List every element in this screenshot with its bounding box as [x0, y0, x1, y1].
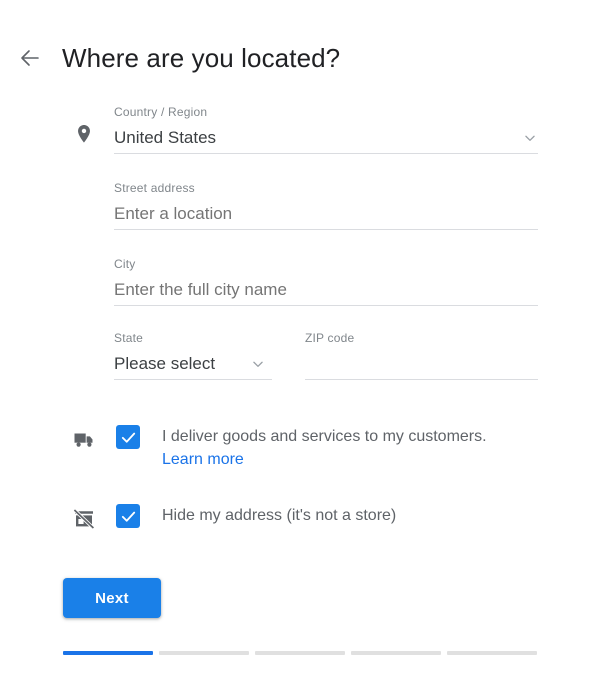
next-button[interactable]: Next: [63, 578, 161, 618]
state-label: State: [114, 331, 144, 345]
country-select[interactable]: United States: [114, 123, 538, 154]
city-field[interactable]: City Enter the full city name: [62, 256, 538, 306]
field-row-city: City Enter the full city name: [0, 256, 600, 306]
back-button[interactable]: [10, 38, 50, 78]
delivery-checkbox[interactable]: [116, 425, 140, 449]
state-field[interactable]: State Please select: [62, 330, 272, 380]
hide-address-checkbox[interactable]: [116, 504, 140, 528]
progress-step-5[interactable]: [447, 651, 537, 655]
city-label: City: [114, 257, 136, 271]
city-input[interactable]: Enter the full city name: [114, 279, 287, 301]
delivery-truck-icon: [72, 428, 96, 452]
options-section: I deliver goods and services to my custo…: [0, 424, 600, 547]
learn-more-link[interactable]: Learn more: [162, 448, 244, 471]
progress-step-2[interactable]: [159, 651, 249, 655]
progress-step-1[interactable]: [63, 651, 153, 655]
street-input[interactable]: Enter a location: [114, 203, 232, 225]
street-label: Street address: [114, 181, 195, 195]
zip-label: ZIP code: [304, 331, 355, 345]
progress-indicator: [63, 651, 537, 655]
page-title: Where are you located?: [62, 43, 341, 73]
option-row-hide-address: Hide my address (it's not a store): [0, 503, 600, 547]
field-row-state-zip: State Please select ZIP code: [0, 330, 600, 380]
actions-bar: Next: [63, 578, 161, 618]
state-select[interactable]: Please select: [114, 349, 272, 380]
progress-step-3[interactable]: [255, 651, 345, 655]
country-value: United States: [114, 128, 217, 147]
state-value: Please select: [114, 354, 216, 373]
hide-address-label: Hide my address (it's not a store): [162, 507, 397, 524]
city-input-wrap[interactable]: Enter the full city name: [114, 275, 538, 306]
street-field[interactable]: Street address Enter a location: [62, 180, 538, 230]
zip-field[interactable]: ZIP code: [304, 330, 538, 380]
country-field[interactable]: Country / Region United States: [62, 104, 538, 154]
store-off-icon: [72, 507, 96, 531]
progress-step-4[interactable]: [351, 651, 441, 655]
field-row-country: Country / Region United States: [0, 104, 600, 154]
zip-input-wrap[interactable]: [304, 349, 538, 380]
delivery-texts: I deliver goods and services to my custo…: [162, 424, 487, 471]
country-label: Country / Region: [114, 105, 208, 119]
address-form: Country / Region United States Street ad…: [0, 104, 600, 380]
chevron-down-icon[interactable]: [250, 356, 266, 372]
page-header: Where are you located?: [0, 30, 600, 86]
arrow-left-icon: [18, 46, 42, 70]
chevron-down-icon[interactable]: [522, 130, 538, 146]
street-input-wrap[interactable]: Enter a location: [114, 199, 538, 230]
field-row-street: Street address Enter a location: [0, 180, 600, 230]
option-row-delivery: I deliver goods and services to my custo…: [0, 424, 600, 471]
delivery-label: I deliver goods and services to my custo…: [162, 428, 487, 445]
hide-address-texts: Hide my address (it's not a store): [162, 503, 396, 527]
